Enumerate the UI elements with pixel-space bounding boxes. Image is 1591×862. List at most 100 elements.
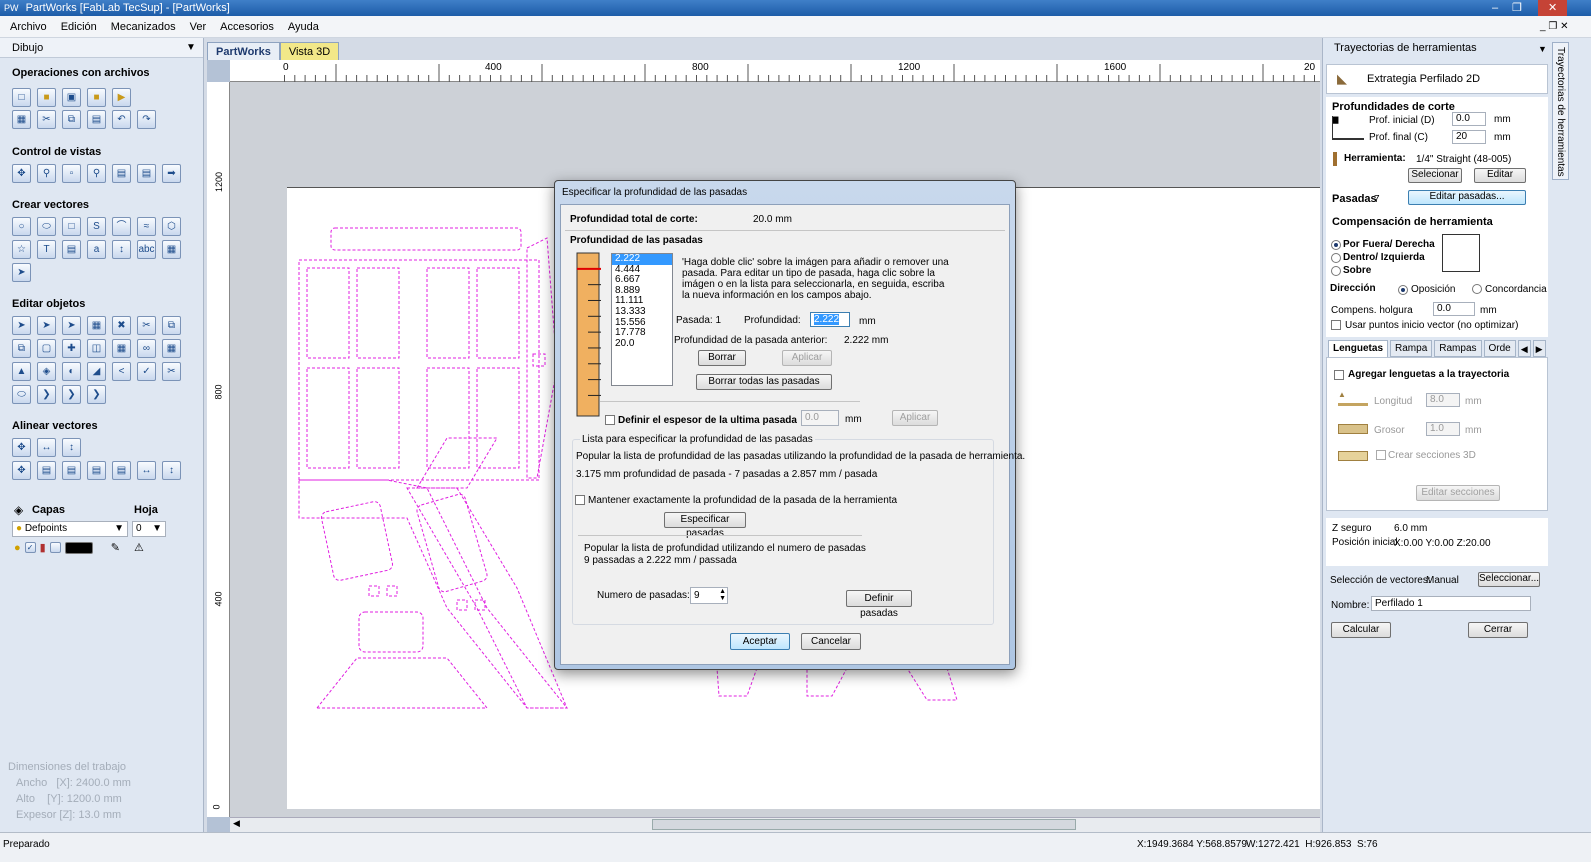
copy-icon[interactable]: ⧉ <box>62 110 81 129</box>
dir-climb-radio[interactable] <box>1472 284 1482 294</box>
layer-select[interactable]: ● Defpoints ▼ <box>12 521 128 537</box>
comp-inside-radio[interactable] <box>1331 253 1341 263</box>
dogbone-icon[interactable]: ❯ <box>37 385 56 404</box>
menu-ver[interactable]: Ver <box>190 21 207 33</box>
curve-icon[interactable]: ≈ <box>137 217 156 236</box>
tab-scroll-left-icon[interactable]: ◀ <box>1517 340 1531 357</box>
delete-all-passes-button[interactable]: Borrar todas las pasadas <box>696 374 832 390</box>
view-2d-icon[interactable]: ▤ <box>112 164 131 183</box>
scroll-left-icon[interactable]: ◀ <box>233 818 240 829</box>
sheet-select[interactable]: 0 ▼ <box>132 521 166 537</box>
group-icon[interactable]: ▦ <box>87 316 106 335</box>
menu-accesorios[interactable]: Accesorios <box>220 21 274 33</box>
ellipse-icon[interactable]: ⬭ <box>37 217 56 236</box>
zoom-box-icon[interactable]: ⚲ <box>87 164 106 183</box>
tab-rampa-l[interactable]: Rampa L. <box>1390 340 1433 370</box>
pass-list-item[interactable]: 13.333 <box>612 306 672 318</box>
select-all-icon[interactable]: ▦ <box>12 110 31 129</box>
arc-icon[interactable]: ⌒ <box>112 217 131 236</box>
pin-icon[interactable]: ▼ <box>1538 44 1547 54</box>
mirror-icon[interactable]: ◫ <box>87 339 106 358</box>
pass-list[interactable]: 2.222 4.444 6.667 8.889 11.111 13.333 15.556 17… <box>611 253 673 386</box>
pan-icon[interactable]: ✥ <box>12 164 31 183</box>
calculate-button[interactable]: Calcular <box>1331 622 1391 638</box>
rectangle-icon[interactable]: □ <box>62 217 81 236</box>
color-swatch-icon[interactable] <box>64 541 93 554</box>
extend-icon[interactable]: ✓ <box>137 362 156 381</box>
vertical-tab-toolpaths[interactable]: Trayectorias de herramientas <box>1552 42 1569 180</box>
view-toggle-icon[interactable]: ➡ <box>162 164 181 183</box>
align-horizontal-icon[interactable]: ↔ <box>37 438 56 457</box>
circle-icon[interactable]: ○ <box>12 217 31 236</box>
keep-exact-checkbox[interactable] <box>575 495 585 505</box>
specify-passes-button[interactable]: Especificar pasadas <box>664 512 746 539</box>
array-copy-icon[interactable]: ▦ <box>112 339 131 358</box>
new-file-icon[interactable]: □ <box>12 88 31 107</box>
thickness-field[interactable]: 1.0 <box>1426 422 1460 436</box>
paste-icon[interactable]: ▤ <box>87 110 106 129</box>
text-icon[interactable]: T <box>37 240 56 259</box>
move-icon[interactable]: ⧉ <box>12 339 31 358</box>
align-right-icon[interactable]: ▤ <box>62 461 81 480</box>
last-pass-field[interactable]: 0.0 <box>801 410 839 426</box>
visible-check-icon[interactable]: ✓ <box>24 542 36 553</box>
use-start-checkbox[interactable] <box>1331 320 1341 330</box>
menu-mecanizados[interactable]: Mecanizados <box>111 21 176 33</box>
apply-pass-button[interactable]: Aplicar <box>782 350 832 366</box>
view-3d-icon[interactable]: ▤ <box>137 164 156 183</box>
tab-scroll-right-icon[interactable]: ▶ <box>1532 340 1546 357</box>
trim-icon[interactable]: ✂ <box>162 362 181 381</box>
allowance-field[interactable]: 0.0 <box>1433 302 1475 316</box>
spinner-arrows-icon[interactable]: ▲ ▼ <box>719 588 726 602</box>
last-pass-checkbox[interactable] <box>605 415 615 425</box>
tab-partworks[interactable]: PartWorks <box>207 42 280 60</box>
transform-icon[interactable]: ➤ <box>62 316 81 335</box>
layer-props-icon[interactable]: ✎ <box>111 541 120 554</box>
apply-last-pass-button[interactable]: Aplicar <box>892 410 938 426</box>
dir-conventional-radio[interactable] <box>1398 285 1408 295</box>
align-top-icon[interactable]: ▤ <box>87 461 106 480</box>
intersect-icon[interactable]: ◐ <box>62 362 81 381</box>
save-icon[interactable]: ▣ <box>62 88 81 107</box>
size-icon[interactable]: ▢ <box>37 339 56 358</box>
dimension-icon[interactable]: ↕ <box>112 240 131 259</box>
num-passes-spinner[interactable]: 9 ▲ ▼ <box>690 587 728 604</box>
zoom-extents-icon[interactable]: ▫ <box>62 164 81 183</box>
ok-button[interactable]: Aceptar <box>730 633 790 650</box>
tbone-icon[interactable]: ❯ <box>62 385 81 404</box>
align-left-icon[interactable]: ▤ <box>37 461 56 480</box>
subtract-icon[interactable]: ◈ <box>37 362 56 381</box>
menu-edicion[interactable]: Edición <box>61 21 97 33</box>
scissors-node-icon[interactable]: ✂ <box>137 316 156 335</box>
mdi-controls[interactable]: _ ❐ ✕ <box>1540 21 1568 32</box>
pass-list-item[interactable]: 20.0 <box>612 338 672 350</box>
import-icon[interactable]: ▶ <box>112 88 131 107</box>
offset-icon[interactable]: ⬭ <box>12 385 31 404</box>
open-recent-icon[interactable]: ■ <box>87 88 106 107</box>
align-vertical-icon[interactable]: ↕ <box>62 438 81 457</box>
end-depth-field[interactable]: 20 <box>1452 130 1486 144</box>
close-button[interactable]: Cerrar <box>1468 622 1528 638</box>
tab-orden[interactable]: Orde <box>1483 340 1516 357</box>
curve-fit-icon[interactable]: < <box>112 362 131 381</box>
star-icon[interactable]: ☆ <box>12 240 31 259</box>
text-box-icon[interactable]: ▤ <box>62 240 81 259</box>
restore-icon[interactable]: ❐ <box>1512 0 1522 16</box>
define-passes-button[interactable]: Definir pasadas <box>846 590 912 619</box>
layer-delete-icon[interactable]: ⚠ <box>134 541 144 554</box>
pin-icon[interactable]: ▼ <box>186 42 196 53</box>
edit-sections-button[interactable]: Editar secciones <box>1416 485 1500 501</box>
node-edit-icon[interactable]: ➤ <box>37 316 56 335</box>
open-folder-icon[interactable]: ■ <box>37 88 56 107</box>
layer-box-icon[interactable] <box>49 542 61 553</box>
vector-select-button[interactable]: Seleccionar... <box>1478 572 1540 587</box>
ungroup-icon[interactable]: ✖ <box>112 316 131 335</box>
distribute-v-icon[interactable]: ↕ <box>162 461 181 480</box>
menu-ayuda[interactable]: Ayuda <box>288 21 319 33</box>
center-page-icon[interactable]: ✥ <box>12 461 31 480</box>
close-vector-icon[interactable]: ❯ <box>87 385 106 404</box>
add-tabs-checkbox[interactable] <box>1334 370 1344 380</box>
cut-icon[interactable]: ✂ <box>37 110 56 129</box>
menu-archivo[interactable]: Archivo <box>10 21 47 33</box>
pass-list-item[interactable]: 2.222 <box>612 253 672 265</box>
